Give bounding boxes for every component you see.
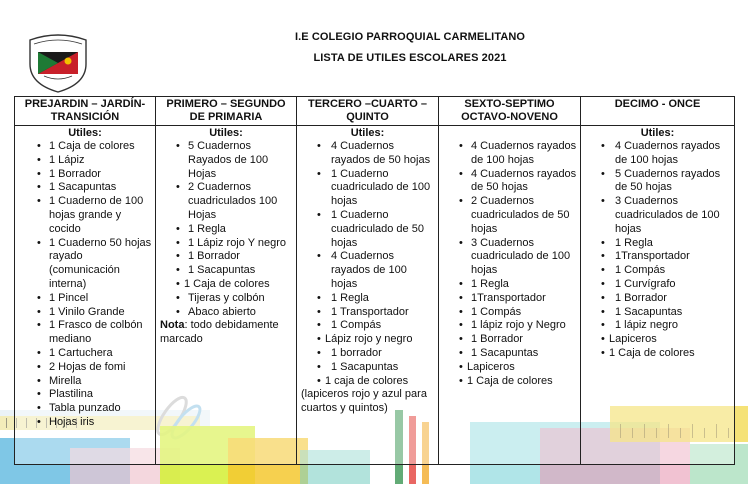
column-header-prejardin: PREJARDIN – JARDÍN-TRANSICIÓN <box>14 96 156 126</box>
supplies-cell-prejardin: Utiles: 1 Caja de colores 1 Lápiz 1 Borr… <box>14 125 156 465</box>
supplies-cell-tercero-quinto: Utiles: 4 Cuadernos rayados de 50 hojas … <box>296 125 439 465</box>
supplies-list: 4 Cuadernos rayados de 100 hojas 4 Cuade… <box>439 140 580 388</box>
list-item: 1Transportador <box>581 250 734 264</box>
list-item: 1 Compás <box>439 306 580 320</box>
column-header-tercero-quinto: TERCERO –CUARTO – QUINTO <box>296 96 439 126</box>
list-item: 1 Sacapuntas <box>156 264 296 278</box>
list-item: Lapiceros <box>439 361 580 375</box>
school-supplies-table: PREJARDIN – JARDÍN-TRANSICIÓN PRIMERO – … <box>14 96 735 465</box>
list-item: Lapiceros <box>581 333 734 347</box>
column-header-sexto-noveno: SEXTO-SEPTIMO OCTAVO-NOVENO <box>438 96 581 126</box>
table-body-row: Utiles: 1 Caja de colores 1 Lápiz 1 Borr… <box>14 125 735 465</box>
list-item: 1 Regla <box>156 223 296 237</box>
list-item: 3 Cuadernos cuadriculados de 100 hojas <box>581 195 734 236</box>
supplies-list: 4 Cuadernos rayados de 50 hojas 1 Cuader… <box>297 140 438 388</box>
utiles-subheading: Utiles: <box>350 127 385 139</box>
supplies-cell-sexto-noveno: 4 Cuadernos rayados de 100 hojas 4 Cuade… <box>438 125 581 465</box>
list-item: 4 Cuadernos rayados de 100 hojas <box>297 250 438 291</box>
list-item: Tijeras y colbón <box>156 292 296 306</box>
list-title: LISTA DE UTILES ESCOLARES 2021 <box>313 52 507 64</box>
list-item: 1 Sacapuntas <box>581 306 734 320</box>
list-item: 1 Borrador <box>439 333 580 347</box>
supplies-list: 1 Caja de colores 1 Lápiz 1 Borrador 1 S… <box>15 140 155 430</box>
list-item: 1 Cuaderno cuadriculado de 100 hojas <box>297 168 438 209</box>
list-item: 4 Cuadernos rayados de 100 hojas <box>439 140 580 168</box>
list-item: 1 Sacapuntas <box>297 361 438 375</box>
list-item: 1 Frasco de colbón mediano <box>15 319 155 347</box>
list-item: 1 Compás <box>297 319 438 333</box>
supplies-cell-primero-segundo: Utiles: 5 Cuadernos Rayados de 100 Hojas… <box>155 125 297 465</box>
list-item: 5 Cuadernos rayados de 50 hojas <box>581 168 734 196</box>
list-item: 1 Regla <box>581 237 734 251</box>
list-item: 1 borrador <box>297 347 438 361</box>
list-item: 1 Sacapuntas <box>439 347 580 361</box>
school-crest-logo <box>29 34 87 93</box>
supplies-list: 4 Cuadernos rayados de 100 hojas 5 Cuade… <box>581 140 734 361</box>
list-item: 3 Cuadernos cuadriculado de 100 hojas <box>439 237 580 278</box>
list-item: 1 Regla <box>297 292 438 306</box>
list-item: 1 Caja de colores <box>439 375 580 389</box>
utiles-subheading: Utiles: <box>209 127 243 139</box>
utiles-subheading: Utiles: <box>68 127 102 139</box>
list-item: 4 Cuadernos rayados de 50 hojas <box>297 140 438 168</box>
list-item: 1 lápiz negro <box>581 319 734 333</box>
list-item: 1 lápiz rojo y Negro <box>439 319 580 333</box>
list-item: 1Transportador <box>439 292 580 306</box>
list-item: 4 Cuadernos rayados de 50 hojas <box>439 168 580 196</box>
list-item: Plastilina <box>15 388 155 402</box>
list-item: 1 Borrador <box>581 292 734 306</box>
list-item: 1 Caja de colores <box>156 278 296 292</box>
list-item: 1 Pincel <box>15 292 155 306</box>
note-label: Nota <box>160 319 185 332</box>
list-item: Tabla punzado <box>15 402 155 416</box>
utiles-subheading: Utiles: <box>640 127 675 139</box>
list-item: 1 Transportador <box>297 306 438 320</box>
column-header-primero-segundo: PRIMERO – SEGUNDO DE PRIMARIA <box>155 96 297 126</box>
list-item: 1 Cartuchera <box>15 347 155 361</box>
school-name: I.E COLEGIO PARROQUIAL CARMELITANO <box>294 31 526 43</box>
list-item: 1 Cuaderno cuadriculado de 50 hojas <box>297 209 438 250</box>
list-item: 1 caja de colores <box>297 375 438 389</box>
list-item: 4 Cuadernos rayados de 100 hojas <box>581 140 734 168</box>
list-item: 1 Curvígrafo <box>581 278 734 292</box>
list-item: 1 Borrador <box>15 168 155 182</box>
supplies-list: 5 Cuadernos Rayados de 100 Hojas 2 Cuade… <box>156 140 296 319</box>
note-text: (lapiceros rojo y azul para cuartos y qu… <box>301 388 427 415</box>
list-item: Mirella <box>15 375 155 389</box>
list-item: 1 Caja de colores <box>581 347 734 361</box>
list-item: Abaco abierto <box>156 306 296 320</box>
list-item: 2 Cuadernos cuadriculados de 50 hojas <box>439 195 580 236</box>
list-item: 1 Lápiz rojo Y negro <box>156 237 296 251</box>
list-item: 1 Vinilo Grande <box>15 306 155 320</box>
list-item: Lápiz rojo y negro <box>297 333 438 347</box>
supplies-cell-decimo-once: Utiles: 4 Cuadernos rayados de 100 hojas… <box>580 125 735 465</box>
utiles-subheading <box>439 127 580 140</box>
column-header-decimo-once: DECIMO - ONCE <box>580 96 735 126</box>
list-item: 2 Hojas de fomi <box>15 361 155 375</box>
list-item: 1 Compás <box>581 264 734 278</box>
list-item: 2 Cuadernos cuadriculados 100 Hojas <box>156 181 296 222</box>
list-item: 1 Caja de colores <box>15 140 155 154</box>
list-item: 5 Cuadernos Rayados de 100 Hojas <box>156 140 296 181</box>
list-item: Hojas iris <box>15 416 155 430</box>
list-item: 1 Regla <box>439 278 580 292</box>
list-item: 1 Cuaderno 50 hojas rayado (comunicación… <box>15 237 155 292</box>
list-item: 1 Sacapuntas <box>15 181 155 195</box>
list-item: 1 Borrador <box>156 250 296 264</box>
list-item: 1 Lápiz <box>15 154 155 168</box>
table-header-row: PREJARDIN – JARDÍN-TRANSICIÓN PRIMERO – … <box>14 96 735 126</box>
note-text: Nota: todo debidamente marcado <box>156 319 296 347</box>
list-item: 1 Cuaderno de 100 hojas grande y cocido <box>15 195 155 236</box>
